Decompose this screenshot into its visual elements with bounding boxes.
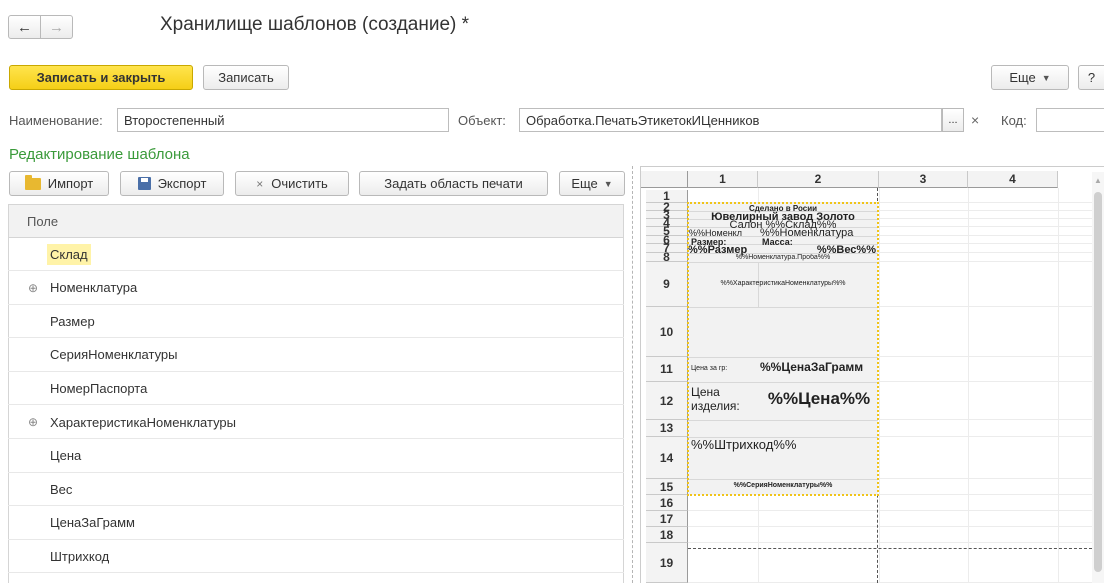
field-row[interactable]: Цена bbox=[8, 440, 624, 473]
print-area-frame bbox=[687, 202, 879, 496]
chevron-down-icon: ▼ bbox=[603, 178, 613, 189]
object-select-button[interactable]: ... bbox=[942, 108, 964, 132]
fields-header[interactable]: Поле bbox=[8, 204, 624, 238]
forward-button[interactable]: → bbox=[40, 15, 73, 39]
row-header[interactable]: 17 bbox=[646, 511, 688, 527]
field-label: Размер bbox=[50, 313, 95, 329]
set-print-area-button[interactable]: Задать область печати bbox=[359, 171, 548, 196]
column-header[interactable]: 4 bbox=[968, 171, 1058, 188]
row-header[interactable]: 8 bbox=[646, 250, 688, 264]
row-header[interactable]: 11 bbox=[646, 357, 688, 382]
field-row[interactable]: СерияНоменклатуры bbox=[8, 339, 624, 372]
row-gridline bbox=[688, 542, 1092, 543]
field-label: Склад bbox=[47, 243, 91, 265]
help-button[interactable]: ? bbox=[1078, 65, 1104, 90]
clear-label: Очистить bbox=[271, 176, 328, 191]
page-break-horizontal bbox=[688, 548, 1092, 549]
field-row[interactable]: Склад bbox=[8, 238, 624, 271]
field-label: Цена bbox=[50, 448, 82, 464]
expand-plus-icon[interactable]: ⊕ bbox=[28, 281, 38, 295]
folder-open-icon bbox=[24, 174, 41, 190]
field-row[interactable]: Штрихкод bbox=[8, 540, 624, 574]
field-row[interactable]: Размер bbox=[8, 305, 624, 339]
sheet-corner bbox=[641, 171, 688, 188]
arrow-right-icon: → bbox=[49, 18, 64, 36]
col-gridline bbox=[968, 188, 969, 583]
column-header[interactable]: 1 bbox=[688, 171, 758, 188]
save-and-close-button[interactable]: Записать и закрыть bbox=[9, 65, 193, 90]
name-label: Наименование: bbox=[9, 113, 103, 128]
name-field[interactable]: Второстепенный bbox=[117, 108, 449, 132]
col-gridline bbox=[1058, 188, 1059, 583]
chevron-up-icon[interactable]: ▲ bbox=[1094, 176, 1102, 185]
row-header[interactable]: 9 bbox=[646, 262, 688, 307]
row-header[interactable]: 14 bbox=[646, 437, 688, 479]
save-button[interactable]: Записать bbox=[203, 65, 289, 90]
export-button[interactable]: Экспорт bbox=[120, 171, 224, 196]
scrollbar-thumb[interactable] bbox=[1094, 192, 1102, 572]
clear-button[interactable]: × Очистить bbox=[235, 171, 349, 196]
row-header[interactable]: 13 bbox=[646, 420, 688, 437]
section-title: Редактирование шаблона bbox=[9, 146, 190, 163]
field-label: Вес bbox=[50, 481, 73, 497]
editor-more-label: Еще bbox=[571, 176, 598, 191]
import-label: Импорт bbox=[47, 176, 94, 191]
object-field[interactable]: Обработка.ПечатьЭтикетокИЦенников bbox=[519, 108, 942, 132]
row-header[interactable]: 18 bbox=[646, 527, 688, 543]
row-gridline bbox=[688, 510, 1092, 511]
chevron-down-icon: ▼ bbox=[1041, 72, 1051, 83]
field-label: ЦенаЗаГрамм bbox=[50, 515, 135, 531]
splitter[interactable] bbox=[632, 166, 634, 583]
editor-more-button[interactable]: Еще ▼ bbox=[559, 171, 625, 196]
close-icon: × bbox=[256, 176, 264, 191]
import-button[interactable]: Импорт bbox=[9, 171, 109, 196]
column-header[interactable]: 3 bbox=[879, 171, 968, 188]
field-label: ХарактеристикаНоменклатуры bbox=[50, 414, 236, 430]
clear-icon[interactable]: × bbox=[971, 112, 979, 128]
field-label: НомерПаспорта bbox=[50, 380, 148, 396]
save-disk-icon bbox=[137, 177, 151, 190]
col-gridline bbox=[879, 188, 880, 583]
object-label: Объект: bbox=[458, 113, 506, 128]
field-label: Номенклатура bbox=[50, 280, 138, 296]
expand-plus-icon[interactable]: ⊕ bbox=[28, 415, 38, 429]
field-row[interactable]: Вес bbox=[8, 473, 624, 507]
vertical-scrollbar[interactable]: ▲ bbox=[1092, 172, 1104, 583]
row-header[interactable]: 16 bbox=[646, 495, 688, 511]
field-row[interactable]: ⊕ Номенклатура bbox=[8, 272, 624, 305]
fields-header-label: Поле bbox=[27, 214, 59, 229]
more-label: Еще bbox=[1009, 70, 1036, 85]
row-header[interactable]: 10 bbox=[646, 307, 688, 357]
arrow-left-icon: ← bbox=[17, 18, 32, 36]
row-header[interactable]: 19 bbox=[646, 543, 688, 583]
field-row[interactable]: ЦенаЗаГрамм bbox=[8, 507, 624, 540]
column-header[interactable]: 2 bbox=[758, 171, 879, 188]
row-header[interactable]: 15 bbox=[646, 479, 688, 495]
page-title: Хранилище шаблонов (создание) * bbox=[160, 14, 470, 35]
field-row[interactable]: ⊕ ХарактеристикаНоменклатуры bbox=[8, 406, 624, 439]
field-label: Штрихкод bbox=[50, 548, 110, 564]
more-button[interactable]: Еще ▼ bbox=[991, 65, 1069, 90]
export-label: Экспорт bbox=[157, 176, 207, 191]
row-header[interactable]: 12 bbox=[646, 382, 688, 420]
code-field[interactable] bbox=[1036, 108, 1104, 132]
code-label: Код: bbox=[1001, 113, 1027, 128]
row-gridline bbox=[688, 526, 1092, 527]
back-button[interactable]: ← bbox=[8, 15, 41, 39]
field-row[interactable]: НомерПаспорта bbox=[8, 372, 624, 406]
field-label: СерияНоменклатуры bbox=[50, 347, 178, 363]
